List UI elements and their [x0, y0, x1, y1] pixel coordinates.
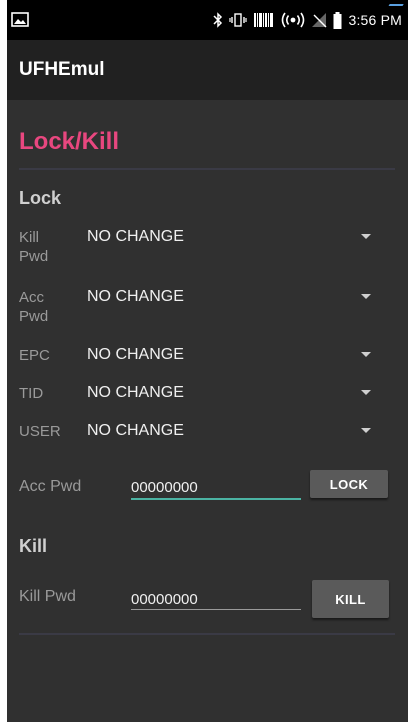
epc-spinner[interactable]: NO CHANGE	[83, 346, 383, 376]
app-title: UFHEmul	[19, 59, 105, 80]
lock-row-label-epc: EPC	[19, 347, 50, 364]
kill-pwd-label: Kill Pwd	[19, 588, 76, 605]
kill-button[interactable]: KILL	[312, 580, 389, 618]
lock-row-label-acc-pwd: Acc Pwd	[19, 289, 49, 325]
status-bar: 3:56 PM	[7, 0, 408, 40]
acc-pwd-underline	[131, 498, 301, 500]
status-icons: 3:56 PM	[213, 10, 402, 30]
acc-pwd-input[interactable]	[131, 474, 301, 500]
spinner-value: NO CHANGE	[87, 346, 184, 363]
dropdown-arrow-icon	[361, 294, 371, 299]
lock-row-label-kill-pwd: Kill Pwd	[19, 229, 49, 265]
lock-row-label-user: USER	[19, 423, 61, 440]
tid-spinner[interactable]: NO CHANGE	[83, 384, 383, 414]
kill-pwd-underline	[131, 609, 301, 610]
kill-pwd-spinner[interactable]: NO CHANGE	[83, 228, 383, 258]
lock-button[interactable]: LOCK	[310, 470, 388, 498]
app-bar: UFHEmul	[7, 40, 408, 100]
battery-icon	[333, 11, 342, 29]
spinner-value: NO CHANGE	[87, 384, 184, 401]
dropdown-arrow-icon	[361, 428, 371, 433]
bottom-divider	[19, 633, 395, 635]
spinner-value: NO CHANGE	[87, 288, 184, 305]
dropdown-arrow-icon	[361, 234, 371, 239]
image-icon	[11, 12, 29, 27]
dropdown-arrow-icon	[361, 390, 371, 395]
acc-pwd-spinner[interactable]: NO CHANGE	[83, 288, 383, 318]
dropdown-arrow-icon	[361, 352, 371, 357]
vibrate-icon	[229, 13, 248, 27]
app-screen: 3:56 PM UFHEmul Lock/Kill Lock Kill Pwd …	[7, 0, 408, 722]
hotspot-icon	[282, 12, 305, 28]
section-title: Lock/Kill	[19, 128, 120, 155]
user-spinner[interactable]: NO CHANGE	[83, 422, 383, 452]
acc-pwd-label: Acc Pwd	[19, 478, 82, 495]
status-time: 3:56 PM	[348, 12, 402, 28]
kill-header: Kill	[19, 536, 48, 556]
lock-row-label-tid: TID	[19, 385, 44, 402]
lock-header: Lock	[19, 188, 62, 208]
barcode-icon	[254, 13, 274, 27]
no-signal-icon	[312, 13, 327, 28]
spinner-value: NO CHANGE	[87, 228, 184, 245]
section-divider	[19, 168, 395, 170]
spinner-value: NO CHANGE	[87, 422, 184, 439]
bluetooth-icon	[213, 12, 223, 28]
